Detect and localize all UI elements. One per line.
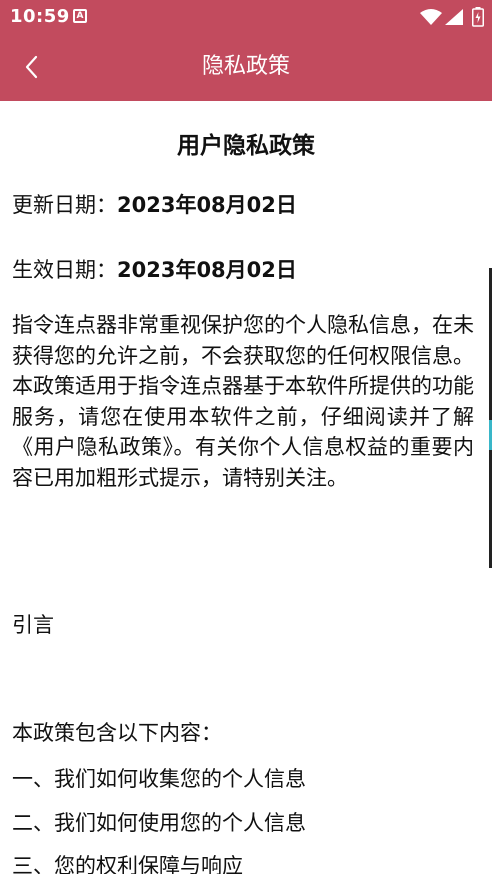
notification-app-icon: A: [73, 9, 87, 23]
privacy-policy-screen: 10:59 A 隐私政策 用户隐私政策 更新日期：2023年08月02日 生效日…: [0, 0, 492, 874]
battery-icon: [472, 7, 484, 31]
updated-date-label: 更新日期：: [12, 193, 117, 217]
document-title: 用户隐私政策: [177, 133, 315, 159]
section-heading: 引言: [12, 613, 54, 637]
effective-date-label: 生效日期：: [12, 258, 117, 282]
contents-item: 二、我们如何使用您的个人信息: [12, 811, 306, 835]
contents-item: 三、您的权利保障与响应: [12, 854, 243, 874]
status-time: 10:59: [10, 6, 70, 27]
updated-date-row: 更新日期：2023年08月02日: [12, 190, 297, 220]
effective-date-row: 生效日期：2023年08月02日: [12, 255, 297, 285]
header: 10:59 A 隐私政策: [0, 0, 492, 101]
status-bar: 10:59 A: [0, 0, 492, 34]
intro-paragraph: 指令连点器非常重视保护您的个人隐私信息，在未获得您的允许之前，不会获取您的任何权…: [12, 313, 474, 490]
contents-item: 一、我们如何收集您的个人信息: [12, 767, 306, 791]
wifi-icon: [420, 9, 442, 29]
page-title: 隐私政策: [201, 54, 290, 79]
updated-date-value: 2023年08月02日: [117, 193, 297, 217]
signal-icon: [445, 9, 463, 29]
effective-date-value: 2023年08月02日: [117, 258, 297, 282]
contents-intro: 本政策包含以下内容：: [12, 721, 222, 745]
app-bar: 隐私政策: [0, 34, 492, 101]
